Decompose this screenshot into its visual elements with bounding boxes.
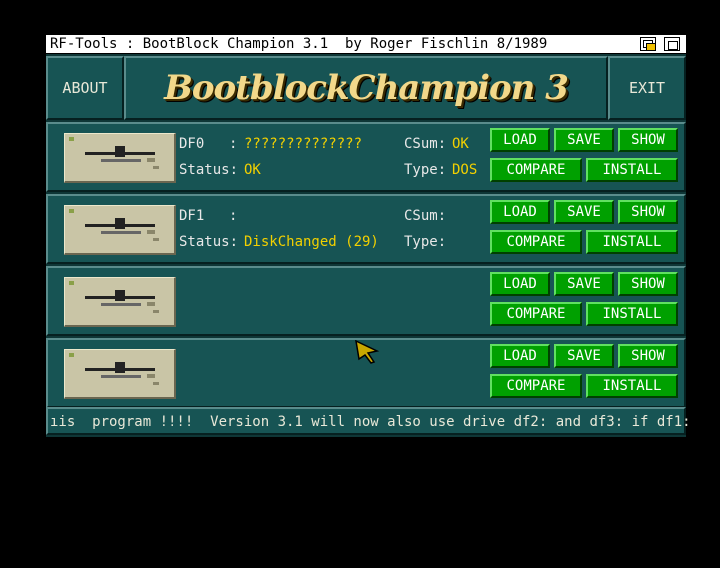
save-button[interactable]: SAVE	[554, 128, 614, 152]
type-label: Type:	[404, 234, 447, 250]
drive-row-df0: DF0 : ?????????????? Status: OK CSum: OK…	[46, 122, 686, 192]
scroll-text-bar: ıis program !!!! Version 3.1 will now al…	[46, 407, 691, 435]
status-label: Status:	[179, 234, 239, 250]
about-label: ABOUT	[62, 79, 108, 97]
show-button[interactable]: SHOW	[618, 200, 678, 224]
drive-row-df1: DF1 : Status: DiskChanged (29) CSum: Typ…	[46, 194, 686, 264]
window-title: RF-Tools : BootBlock Champion 3.1 by Rog…	[50, 36, 548, 52]
zoom-gadget[interactable]	[640, 37, 656, 51]
install-button[interactable]: INSTALL	[586, 374, 678, 398]
install-button[interactable]: INSTALL	[586, 302, 678, 326]
status-value: OK	[244, 162, 261, 178]
app-logo: BootblockChampion 3	[164, 68, 569, 108]
csum-label: CSum:	[404, 136, 447, 152]
compare-button[interactable]: COMPARE	[490, 158, 582, 182]
bootblock-name: ??????????????	[244, 136, 363, 152]
floppy-drive-icon[interactable]	[64, 133, 176, 183]
depth-gadget[interactable]	[664, 37, 680, 51]
app-window: RF-Tools : BootBlock Champion 3.1 by Rog…	[46, 35, 691, 437]
exit-button[interactable]: EXIT	[608, 56, 686, 120]
drive-row-df2: LOAD SAVE SHOW COMPARE INSTALL	[46, 266, 686, 336]
about-button[interactable]: ABOUT	[46, 56, 124, 120]
install-button[interactable]: INSTALL	[586, 158, 678, 182]
csum-label: CSum:	[404, 208, 447, 224]
install-button[interactable]: INSTALL	[586, 230, 678, 254]
drive-colon: :	[229, 136, 238, 152]
compare-button[interactable]: COMPARE	[490, 230, 582, 254]
load-button[interactable]: LOAD	[490, 128, 550, 152]
scroll-text: ıis program !!!! Version 3.1 will now al…	[50, 414, 691, 430]
save-button[interactable]: SAVE	[554, 200, 614, 224]
main-area: ABOUT BootblockChampion 3 EXIT DF0 : ???…	[46, 54, 691, 437]
show-button[interactable]: SHOW	[618, 272, 678, 296]
load-button[interactable]: LOAD	[490, 272, 550, 296]
type-label: Type:	[404, 162, 447, 178]
save-button[interactable]: SAVE	[554, 344, 614, 368]
title-bar[interactable]: RF-Tools : BootBlock Champion 3.1 by Rog…	[46, 35, 686, 54]
csum-value: OK	[452, 136, 469, 152]
status-value: DiskChanged (29)	[244, 234, 379, 250]
load-button[interactable]: LOAD	[490, 200, 550, 224]
status-label: Status:	[179, 162, 239, 178]
mouse-pointer-icon	[355, 340, 380, 364]
compare-button[interactable]: COMPARE	[490, 374, 582, 398]
show-button[interactable]: SHOW	[618, 344, 678, 368]
save-button[interactable]: SAVE	[554, 272, 614, 296]
type-value: DOS	[452, 162, 478, 178]
logo-panel: BootblockChampion 3	[124, 56, 608, 120]
show-button[interactable]: SHOW	[618, 128, 678, 152]
compare-button[interactable]: COMPARE	[490, 302, 582, 326]
exit-label: EXIT	[628, 79, 666, 97]
floppy-drive-icon[interactable]	[64, 277, 176, 327]
floppy-drive-icon[interactable]	[64, 205, 176, 255]
drive-name: DF0	[179, 136, 205, 152]
floppy-drive-icon[interactable]	[64, 349, 176, 399]
load-button[interactable]: LOAD	[490, 344, 550, 368]
drive-colon: :	[229, 208, 238, 224]
drive-name: DF1	[179, 208, 205, 224]
